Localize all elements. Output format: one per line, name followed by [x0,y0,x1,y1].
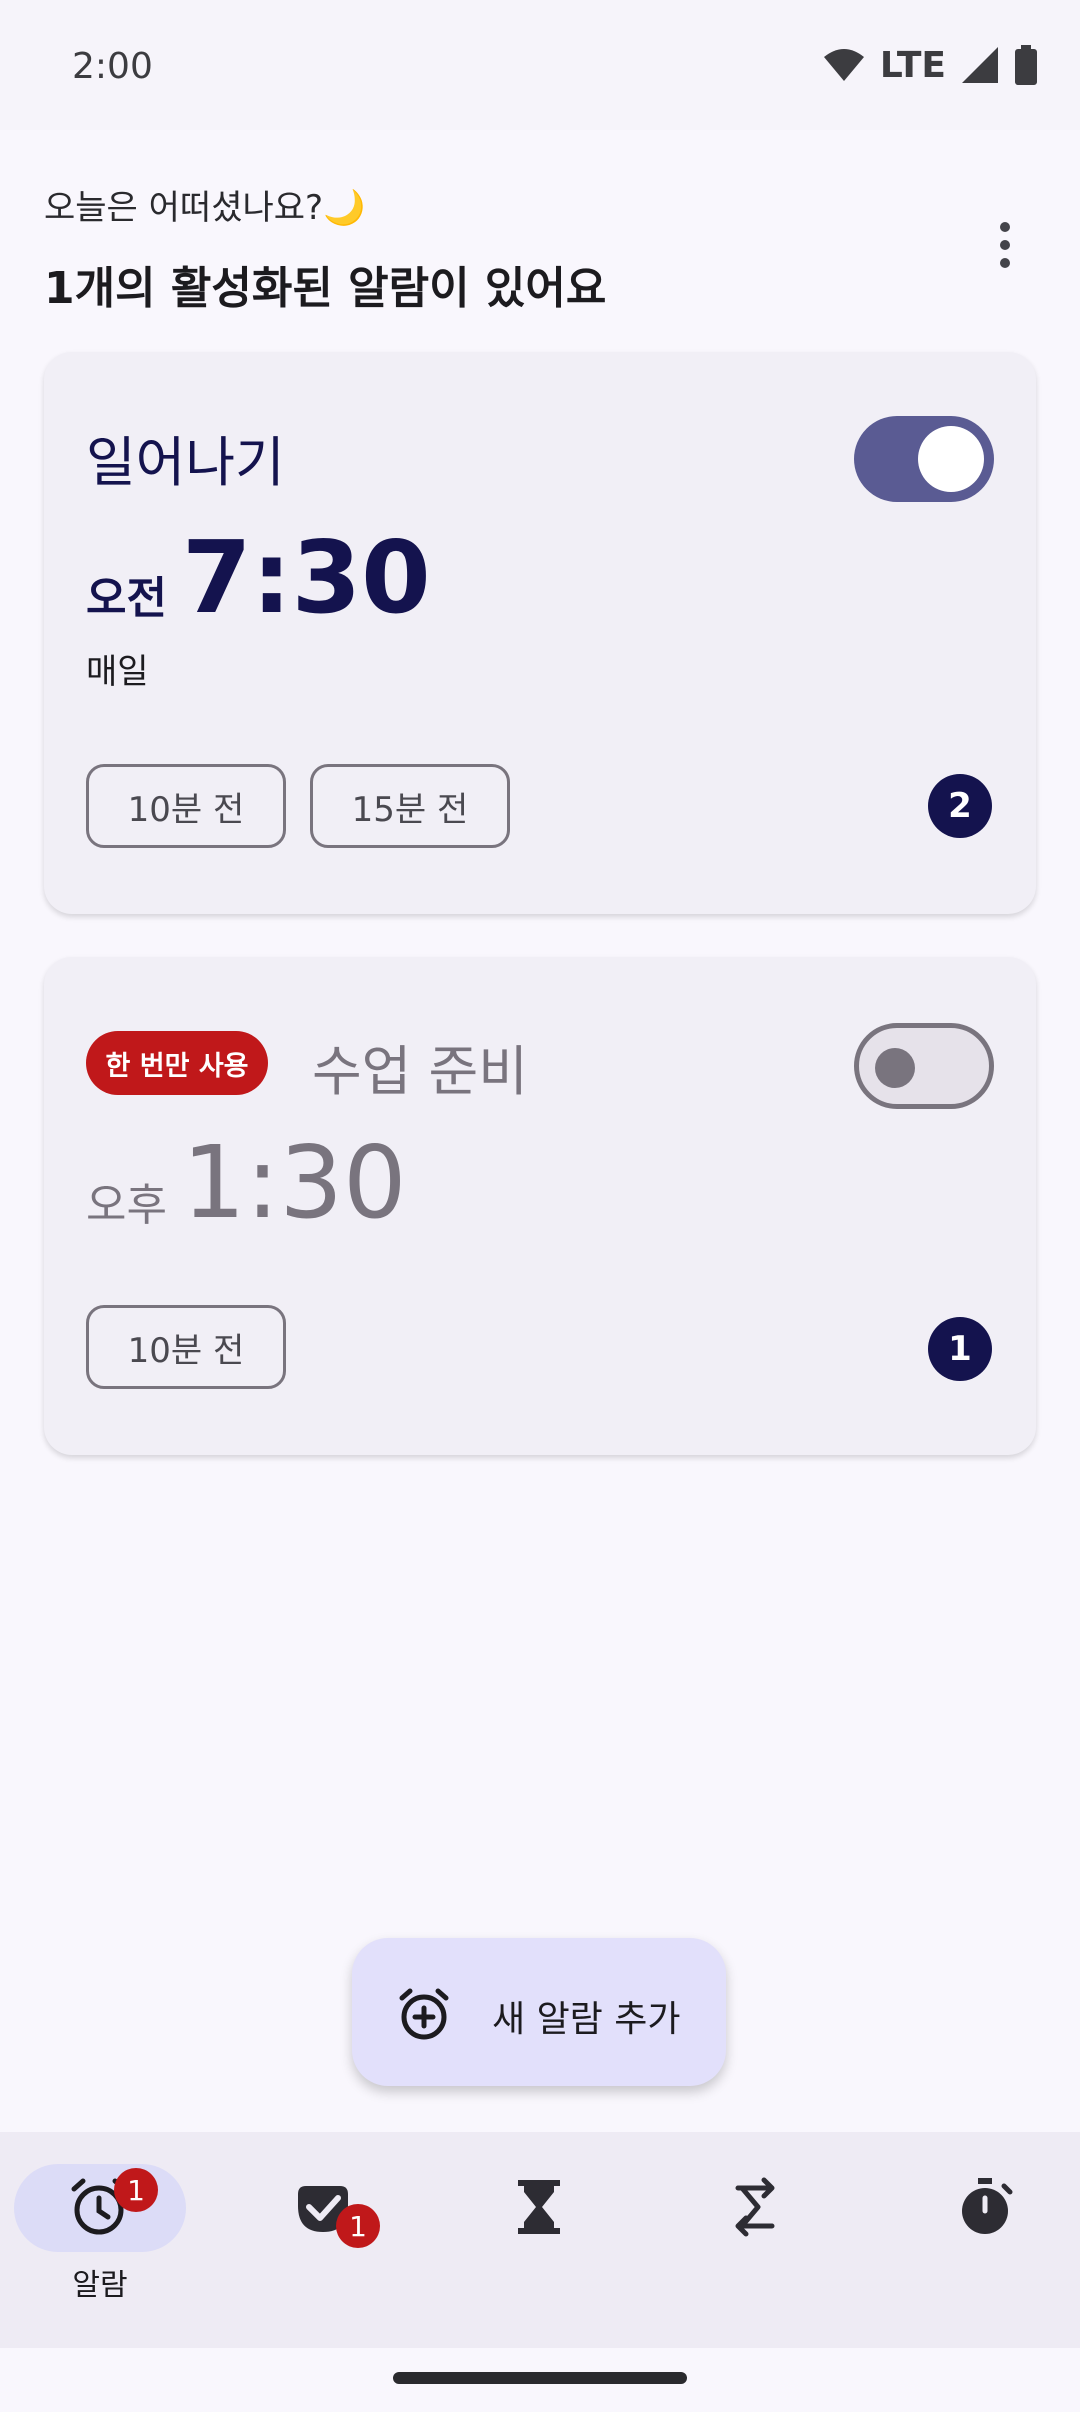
home-indicator[interactable] [393,2372,687,2384]
nav-item-tasks[interactable]: 1 [216,2132,432,2348]
one-time-badge: 한 번만 사용 [86,1031,268,1095]
nav-item-alarm[interactable]: 1 알람 [0,2132,216,2348]
status-time: 2:00 [72,46,153,87]
nav-item-timer[interactable] [432,2132,648,2348]
alarm-label: 일어나기 [86,431,285,494]
alarm-repeat: 매일 [86,652,149,692]
status-bar: 2:00 LTE [0,0,1080,130]
reminder-chip[interactable]: 15분 전 [310,764,510,848]
alarm-time: 1:30 [182,1124,407,1241]
bottom-navigation: 1 알람 1 [0,2132,1080,2348]
network-type: LTE [879,44,946,86]
alarm-card[interactable]: 한 번만 사용 수업 준비 오후 1:30 10분 전 1 [44,957,1036,1455]
nav-label-alarm: 알람 [72,2268,128,2303]
hourglass-timer-icon [518,2180,560,2234]
signal-icon [962,47,998,83]
battery-icon [1015,45,1037,85]
add-alarm-button[interactable]: 새 알람 추가 [352,1938,726,2086]
status-icons: LTE [822,42,1038,88]
alarm-card[interactable]: 일어나기 오전 7:30 매일 10분 전 15분 전 2 [44,352,1036,914]
add-alarm-label: 새 알람 추가 [492,1999,681,2040]
nav-item-stopwatch[interactable] [864,2132,1080,2348]
page-title: 1개의 활성화된 알람이 있어요 [44,263,607,314]
nav-badge: 1 [336,2204,380,2248]
more-options-button[interactable] [980,210,1030,280]
stopwatch-icon [962,2178,1013,2234]
alarm-toggle[interactable] [854,416,994,502]
alarm-toggle[interactable] [854,1023,994,1109]
greeting-text: 오늘은 어떠셨나요?🌙 [44,188,366,228]
nav-badge: 1 [114,2168,158,2212]
reminder-count-badge: 1 [928,1317,992,1381]
routine-icon [735,2177,775,2237]
alarm-ampm: 오후 [86,1180,167,1231]
alarm-ampm: 오전 [86,573,167,624]
alarm-time: 7:30 [182,519,431,636]
wifi-icon [823,49,864,81]
more-vert-icon [1000,222,1010,232]
alarm-label: 수업 준비 [312,1040,528,1103]
nav-item-routine[interactable] [648,2132,864,2348]
reminder-chip[interactable]: 10분 전 [86,1305,286,1389]
alarm-add-icon [399,1988,449,2040]
reminder-count-badge: 2 [928,774,992,838]
reminder-chip[interactable]: 10분 전 [86,764,286,848]
